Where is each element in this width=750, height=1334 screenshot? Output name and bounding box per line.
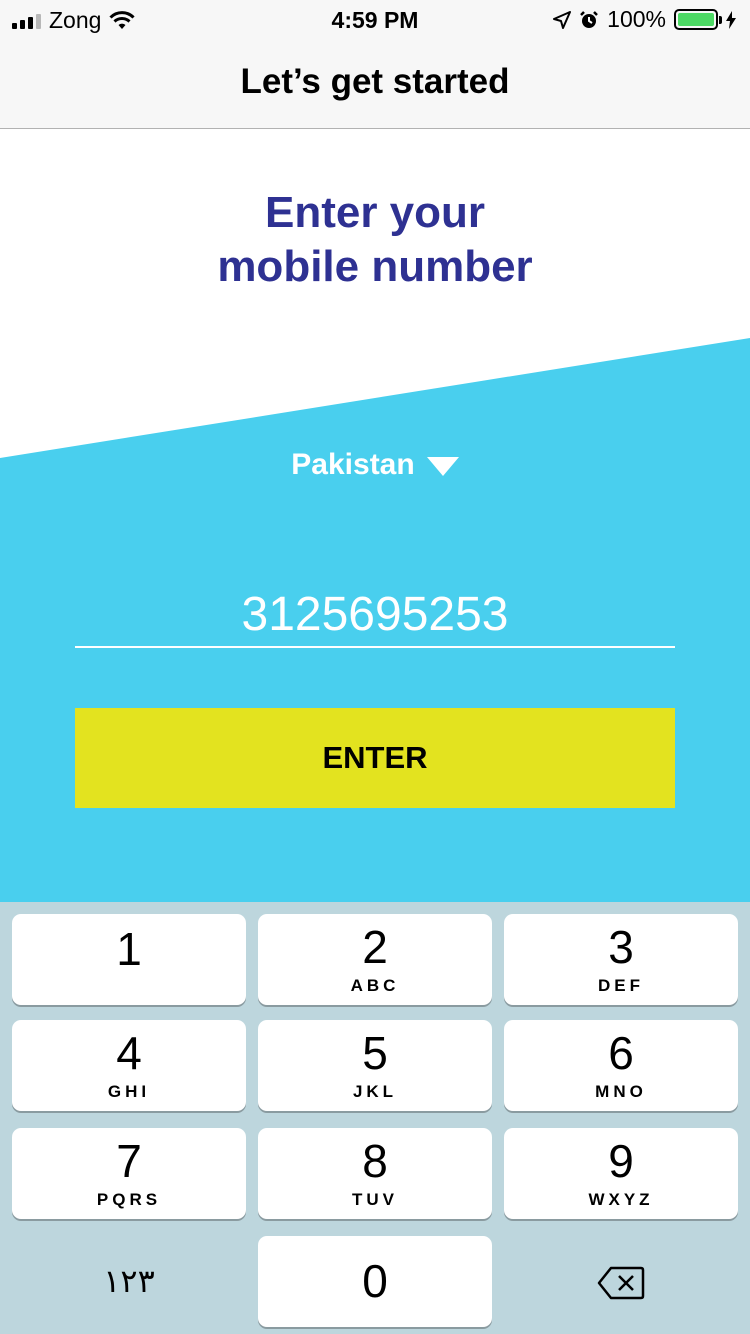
key-0[interactable]: 0	[258, 1236, 492, 1327]
key-8[interactable]: 8 TUV	[258, 1128, 492, 1219]
key-3[interactable]: 3 DEF	[504, 914, 738, 1005]
key-digit: 5	[362, 1027, 388, 1079]
backspace-icon	[597, 1266, 645, 1300]
key-4[interactable]: 4 GHI	[12, 1020, 246, 1111]
key-digit: 8	[362, 1135, 388, 1187]
enter-mobile-heading: Enter your mobile number	[0, 186, 750, 294]
page-title: Let’s get started	[240, 62, 510, 101]
battery-percent: 100%	[607, 6, 666, 32]
key-letters: DEF	[598, 976, 644, 995]
key-letters: JKL	[352, 1082, 398, 1101]
key-digit: 6	[608, 1027, 634, 1079]
alarm-icon	[580, 10, 599, 28]
country-selector[interactable]: Pakistan	[0, 448, 750, 482]
backspace-key[interactable]	[504, 1236, 738, 1327]
mobile-number-input[interactable]	[75, 582, 675, 648]
country-label: Pakistan	[291, 448, 415, 481]
key-digit: 1	[116, 923, 142, 975]
status-bar: Zong 4:59 PM 100%	[0, 0, 750, 40]
key-9[interactable]: 9 WXYZ	[504, 1128, 738, 1219]
dropdown-triangle-icon	[426, 456, 459, 476]
key-letters: PQRS	[96, 1190, 162, 1209]
key-letters: GHI	[107, 1082, 151, 1101]
key-digit: 0	[362, 1255, 388, 1307]
key-letters: ABC	[350, 976, 400, 995]
key-digit: 2	[362, 921, 388, 973]
alt-numerals-key[interactable]: ١٢٣	[12, 1236, 246, 1327]
key-letters: MNO	[595, 1082, 647, 1101]
key-digit: 4	[116, 1027, 142, 1079]
key-letters: WXYZ	[588, 1190, 654, 1209]
numeric-keypad: 1 2 ABC 3 DEF 4 GHI 5 JKL 6 MNO 7 PQRS 8…	[0, 902, 750, 1334]
key-6[interactable]: 6 MNO	[504, 1020, 738, 1111]
enter-button[interactable]: ENTER	[75, 708, 675, 808]
key-7[interactable]: 7 PQRS	[12, 1128, 246, 1219]
key-digit: 9	[608, 1135, 634, 1187]
key-5[interactable]: 5 JKL	[258, 1020, 492, 1111]
navigation-bar: Let’s get started	[0, 40, 750, 129]
battery-icon	[674, 9, 722, 30]
location-icon	[553, 10, 572, 29]
key-letters: TUV	[352, 1190, 398, 1209]
heading-line-1: Enter your	[264, 188, 486, 237]
charging-icon	[726, 10, 736, 29]
key-2[interactable]: 2 ABC	[258, 914, 492, 1005]
alt-numerals-label: ١٢٣	[103, 1262, 155, 1300]
status-right: 100%	[553, 6, 736, 33]
key-1[interactable]: 1	[12, 914, 246, 1005]
key-digit: 3	[608, 921, 634, 973]
key-digit: 7	[116, 1135, 142, 1187]
heading-line-2: mobile number	[217, 242, 533, 291]
